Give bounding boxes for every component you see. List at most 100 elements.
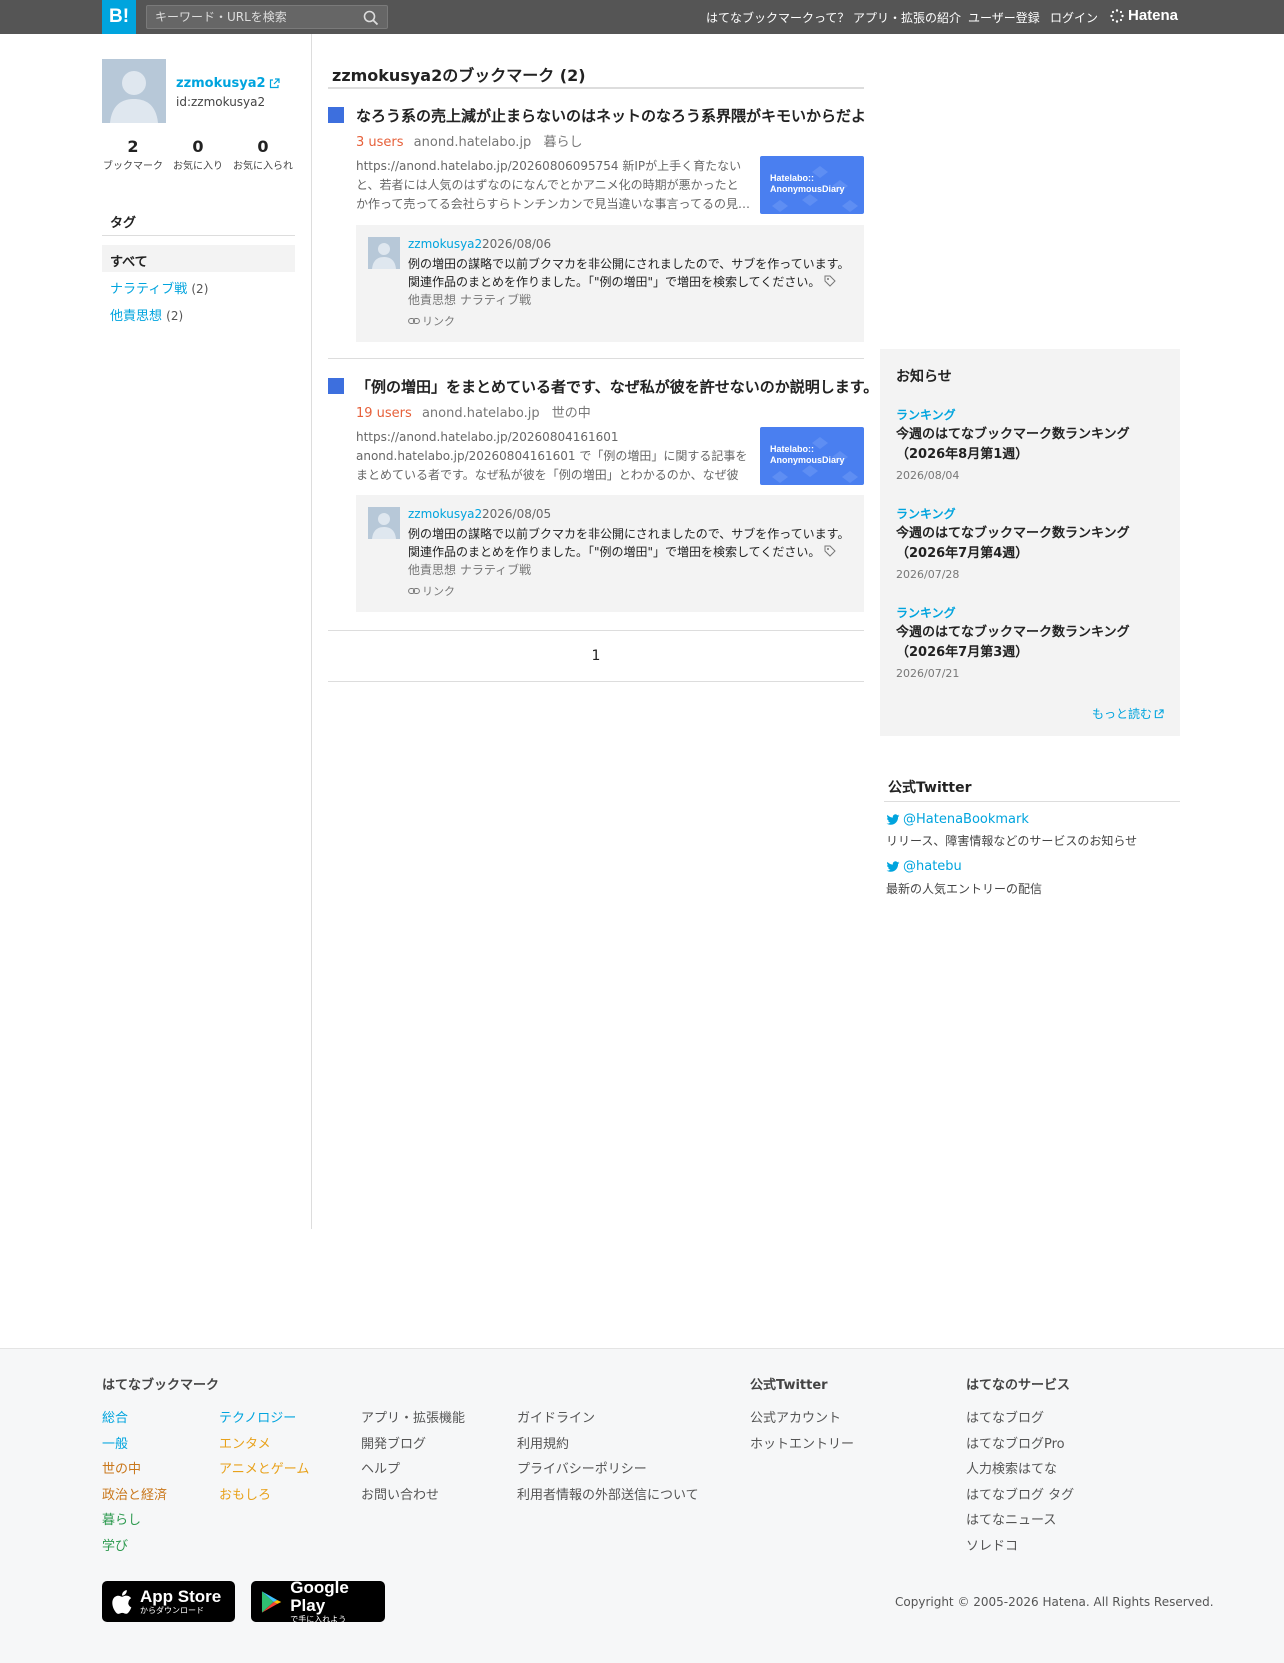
footer-link[interactable]: はてなブログ タグ bbox=[966, 1484, 1074, 1503]
footer-link[interactable]: 公式アカウント bbox=[750, 1407, 841, 1426]
footer-link[interactable]: 利用者情報の外部送信について bbox=[517, 1484, 699, 1503]
footer-link[interactable]: ソレドコ bbox=[966, 1535, 1018, 1554]
tag-name: ナラティブ戦 bbox=[110, 282, 188, 297]
stat-bookmarks[interactable]: 2 ブックマーク bbox=[101, 137, 165, 172]
footer-link[interactable]: 総合 bbox=[102, 1407, 128, 1426]
entry-domain[interactable]: anond.hatelabo.jp bbox=[422, 406, 540, 421]
footer-link[interactable]: エンタメ bbox=[219, 1433, 271, 1452]
hatebu-logo[interactable]: B! bbox=[102, 0, 136, 34]
entry-meta: 19 users anond.hatelabo.jp 世の中 bbox=[356, 402, 591, 421]
footer-link[interactable]: 世の中 bbox=[102, 1458, 141, 1477]
twitter-handle: @HatenaBookmark bbox=[903, 812, 1029, 827]
entry-title[interactable]: なろう系の売上減が止まらないのはネットのなろう系界隈がキモいからだよ bbox=[356, 105, 866, 126]
nav-about[interactable]: はてなブックマークって？ bbox=[706, 9, 849, 26]
notice-box: お知らせ ランキング 今週のはてなブックマーク数ランキング（2026年8月第1週… bbox=[880, 349, 1180, 736]
comment-user[interactable]: zzmokusya2 bbox=[408, 237, 482, 251]
top-navbar: B! はてなブックマークって？ アプリ・拡張の紹介 ユーザー登録 ログイン Ha… bbox=[0, 0, 1284, 34]
favicon-icon bbox=[328, 378, 344, 394]
footer-link[interactable]: お問い合わせ bbox=[361, 1484, 439, 1503]
nav-login[interactable]: ログイン bbox=[1050, 9, 1098, 26]
tag-all[interactable]: すべて bbox=[102, 245, 295, 272]
link-label: リンク bbox=[422, 315, 455, 328]
notice-item-title[interactable]: 今週のはてなブックマーク数ランキング（2026年8月第1週） bbox=[896, 425, 1164, 465]
entry-thumbnail[interactable]: Hatelabo:: AnonymousDiary bbox=[760, 156, 864, 214]
hatena-dots-icon bbox=[1110, 8, 1124, 23]
footer-link[interactable]: 人力検索はてな bbox=[966, 1458, 1057, 1477]
entry-thumbnail[interactable]: Hatelabo:: AnonymousDiary bbox=[760, 427, 864, 485]
google-play-badge[interactable]: Google Play で手に入れよう bbox=[251, 1579, 385, 1624]
footer-link[interactable]: 一般 bbox=[102, 1433, 128, 1452]
stat-favorited[interactable]: 0 お気に入られ bbox=[231, 137, 295, 172]
footer-link[interactable]: ガイドライン bbox=[517, 1407, 595, 1426]
stat-value: 0 bbox=[257, 137, 269, 156]
comment-link[interactable]: リンク bbox=[408, 583, 455, 599]
footer-link[interactable]: はてなニュース bbox=[966, 1509, 1056, 1528]
search-icon[interactable] bbox=[363, 10, 379, 26]
entry-category[interactable]: 暮らし bbox=[543, 135, 582, 150]
entry-description: https://anond.hatelabo.jp/20260804161601… bbox=[356, 430, 748, 482]
tag-icon bbox=[824, 275, 837, 287]
entry-category[interactable]: 世の中 bbox=[552, 406, 591, 421]
notice-item-title[interactable]: 今週のはてなブックマーク数ランキング（2026年7月第4週） bbox=[896, 524, 1164, 564]
users-count[interactable]: 19 users bbox=[356, 406, 412, 421]
footer-link[interactable]: 開発ブログ bbox=[361, 1433, 426, 1452]
footer-link[interactable]: プライバシーポリシー bbox=[517, 1458, 647, 1477]
comment-tags[interactable]: 他責思想 ナラティブ戦 bbox=[408, 291, 531, 308]
hatena-logo[interactable]: Hatena bbox=[1110, 7, 1178, 24]
notice-title: お知らせ bbox=[896, 369, 952, 385]
pagination: 1 bbox=[328, 630, 864, 682]
profile-name-link[interactable]: zzmokusya2 bbox=[176, 76, 280, 91]
comment-date[interactable]: 2026/08/05 bbox=[482, 507, 551, 521]
comment-user[interactable]: zzmokusya2 bbox=[408, 507, 482, 521]
nav-register[interactable]: ユーザー登録 bbox=[968, 9, 1040, 26]
entry-domain[interactable]: anond.hatelabo.jp bbox=[414, 135, 532, 150]
link-label: リンク bbox=[422, 585, 455, 598]
footer-link[interactable]: 政治と経済 bbox=[102, 1484, 167, 1503]
google-play-icon bbox=[261, 1590, 282, 1613]
read-more-link[interactable]: もっと読む bbox=[1092, 705, 1164, 722]
tag-item[interactable]: ナラティブ戦 (2) bbox=[110, 278, 208, 297]
tag-item[interactable]: 他責思想 (2) bbox=[110, 305, 183, 324]
footer-link[interactable]: はてなブログPro bbox=[966, 1433, 1065, 1452]
twitter-bird-icon bbox=[886, 813, 900, 825]
footer-link[interactable]: はてなブログ bbox=[966, 1407, 1044, 1426]
footer-link[interactable]: 暮らし bbox=[102, 1509, 141, 1528]
avatar[interactable] bbox=[368, 507, 400, 539]
footer-link[interactable]: ヘルプ bbox=[361, 1458, 400, 1477]
comment-tags[interactable]: 他責思想 ナラティブ戦 bbox=[408, 561, 531, 578]
footer-link[interactable]: おもしろ bbox=[219, 1484, 271, 1503]
footer-link[interactable]: 利用規約 bbox=[517, 1433, 569, 1452]
notice-category[interactable]: ランキング bbox=[896, 604, 956, 621]
footer-link[interactable]: アニメとゲーム bbox=[219, 1458, 309, 1477]
comment-text: 例の増田の謀略で以前ブクマカを非公開にされましたので、サブを作っています。関連作… bbox=[408, 527, 850, 559]
avatar[interactable] bbox=[368, 237, 400, 269]
footer-link[interactable]: テクノロジー bbox=[219, 1407, 296, 1426]
entry-title[interactable]: 「例の増田」をまとめている者です、なぜ私が彼を許せないのか説明します。 bbox=[356, 376, 878, 397]
stat-label: ブックマーク bbox=[103, 161, 163, 172]
nav-apps[interactable]: アプリ・拡張の紹介 bbox=[853, 9, 961, 26]
twitter-description: リリース、障害情報などのサービスのお知らせ bbox=[886, 834, 1138, 848]
thumbnail-text: Hatelabo:: AnonymousDiary bbox=[770, 173, 845, 194]
comment-link[interactable]: リンク bbox=[408, 313, 455, 329]
tag-count: (2) bbox=[166, 309, 184, 323]
notice-category[interactable]: ランキング bbox=[896, 505, 956, 522]
store-caption: で手に入れよう bbox=[290, 1615, 347, 1624]
comment-date[interactable]: 2026/08/06 bbox=[482, 237, 551, 251]
twitter-account-link[interactable]: @hatebu bbox=[886, 859, 962, 874]
divider bbox=[102, 235, 295, 236]
footer-heading: はてなのサービス bbox=[966, 1378, 1071, 1393]
footer-link[interactable]: 学び bbox=[102, 1535, 128, 1554]
avatar[interactable] bbox=[102, 59, 166, 123]
users-count[interactable]: 3 users bbox=[356, 135, 404, 150]
stat-favorites[interactable]: 0 お気に入り bbox=[166, 137, 230, 172]
notice-category[interactable]: ランキング bbox=[896, 406, 956, 423]
page-number[interactable]: 1 bbox=[592, 648, 601, 664]
search-input[interactable] bbox=[155, 8, 355, 26]
twitter-account-link[interactable]: @HatenaBookmark bbox=[886, 812, 1029, 827]
footer-link[interactable]: アプリ・拡張機能 bbox=[361, 1407, 465, 1426]
footer-link[interactable]: ホットエントリー bbox=[750, 1433, 854, 1452]
user-silhouette-icon bbox=[372, 243, 396, 269]
twitter-bird-icon bbox=[886, 860, 900, 872]
notice-item-title[interactable]: 今週のはてなブックマーク数ランキング（2026年7月第3週） bbox=[896, 623, 1164, 663]
app-store-badge[interactable]: App Store からダウンロード bbox=[102, 1581, 235, 1622]
